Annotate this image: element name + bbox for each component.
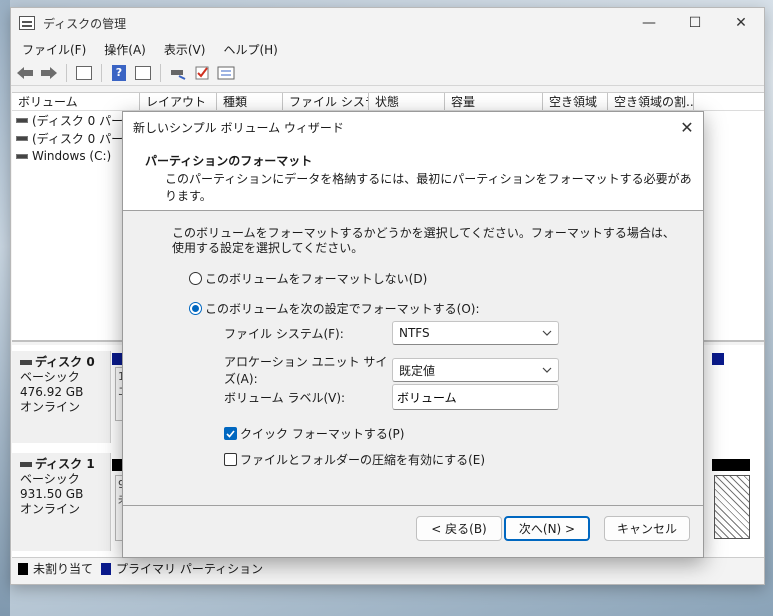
- wizard-footer: < 戻る(B) 次へ(N) > キャンセル: [123, 505, 703, 557]
- column-header-free-percent[interactable]: 空き領域の割...: [608, 93, 694, 110]
- disk-type: ベーシック: [20, 472, 80, 486]
- disk-status: オンライン: [20, 400, 81, 414]
- wizard-description: このボリュームをフォーマットするかどうかを選択してください。フォーマットする場合…: [172, 226, 675, 255]
- window-title: ディスクの管理: [43, 16, 127, 31]
- toolbar-separator: [101, 63, 102, 82]
- wizard-title-bar: 新しいシンプル ボリューム ウィザード ✕: [123, 112, 703, 142]
- disk-0-name-row: ディスク 0: [20, 355, 110, 370]
- console-tree-icon[interactable]: [133, 64, 153, 82]
- minimize-button[interactable]: —: [626, 8, 672, 38]
- legend-unallocated-label: 未割り当て: [33, 562, 94, 576]
- menu-view[interactable]: 表示(V): [155, 41, 215, 58]
- chevron-down-icon: [542, 365, 552, 376]
- wizard-header-subtitle: このパーティションにデータを格納するには、最初にパーティションをフォーマットする…: [165, 172, 692, 203]
- column-header-free-space[interactable]: 空き領域: [543, 93, 608, 110]
- disk-0-info[interactable]: ディスク 0 ベーシック 476.92 GB オンライン: [12, 351, 111, 443]
- disk-status: オンライン: [20, 502, 81, 516]
- partition-header-strip: [712, 459, 750, 471]
- toolbar-separator: [66, 63, 67, 82]
- radio-no-format[interactable]: このボリュームをフォーマットしない(D): [189, 270, 703, 287]
- toolbar: ?: [11, 60, 764, 86]
- connect-disk-icon[interactable]: [168, 64, 188, 82]
- arrow-left-icon[interactable]: [15, 64, 35, 82]
- volume-list-header: ボリューム レイアウト 種類 ファイル システム 状態 容量 空き領域 空き領域…: [12, 93, 764, 111]
- volume-label-row: ボリューム ラベル(V):: [224, 384, 559, 410]
- disk-1-info[interactable]: ディスク 1 ベーシック 931.50 GB オンライン: [12, 453, 111, 551]
- check-list-icon[interactable]: [192, 64, 212, 82]
- disk-icon: [20, 360, 32, 365]
- wizard-close-button[interactable]: ✕: [671, 118, 703, 137]
- disk-name: ディスク 0: [35, 355, 95, 369]
- allocation-unit-label: アロケーション ユニット サイズ(A):: [224, 355, 388, 386]
- file-system-select[interactable]: NTFS: [392, 321, 559, 345]
- wizard-title: 新しいシンプル ボリューム ウィザード: [133, 120, 344, 135]
- list-view-icon[interactable]: [216, 64, 236, 82]
- file-system-row: ファイル システム(F): NTFS: [224, 321, 559, 345]
- menu-help[interactable]: ヘルプ(H): [214, 41, 286, 58]
- volume-icon: [16, 135, 28, 141]
- disk-icon: [20, 462, 32, 467]
- wizard-body: このボリュームをフォーマットするかどうかを選択してください。フォーマットする場合…: [123, 211, 703, 507]
- unallocated-area[interactable]: [714, 475, 750, 539]
- compression-checkbox[interactable]: [224, 453, 237, 466]
- allocation-unit-select[interactable]: 既定値: [392, 358, 559, 382]
- quick-format-checkbox[interactable]: [224, 427, 237, 440]
- back-button[interactable]: < 戻る(B): [416, 516, 502, 541]
- close-button[interactable]: ✕: [718, 8, 764, 38]
- partition-header-strip: [712, 353, 724, 365]
- maximize-button[interactable]: ☐: [672, 8, 718, 38]
- legend-primary-label: プライマリ パーティション: [116, 562, 264, 576]
- column-header-status[interactable]: 状態: [369, 93, 445, 110]
- disk-size: 931.50 GB: [20, 487, 84, 501]
- column-header-layout[interactable]: レイアウト: [140, 93, 217, 110]
- disk-size: 476.92 GB: [20, 385, 84, 399]
- wizard-header-title: パーティションのフォーマット: [145, 154, 313, 168]
- volume-icon: [16, 117, 28, 123]
- file-system-value: NTFS: [399, 326, 430, 340]
- title-bar: ディスクの管理 — ☐ ✕: [11, 8, 764, 38]
- column-header-type[interactable]: 種類: [217, 93, 283, 110]
- legend-bar: 未割り当て プライマリ パーティション: [12, 557, 764, 579]
- disk-management-app-icon: [19, 16, 35, 30]
- wizard-header: パーティションのフォーマット このパーティションにデータを格納するには、最初にパ…: [123, 142, 703, 211]
- compression-option[interactable]: ファイルとフォルダーの圧縮を有効にする(E): [224, 451, 485, 468]
- arrow-right-icon[interactable]: [39, 64, 59, 82]
- legend-swatch-unallocated: [18, 562, 28, 575]
- cancel-button[interactable]: キャンセル: [604, 516, 690, 541]
- legend-swatch-primary: [101, 562, 112, 575]
- compression-label: ファイルとフォルダーの圧縮を有効にする(E): [240, 453, 486, 467]
- file-system-label: ファイル システム(F):: [224, 326, 344, 341]
- radio-button[interactable]: [189, 272, 202, 285]
- radio-format[interactable]: このボリュームを次の設定でフォーマットする(O):: [189, 300, 703, 317]
- volume-label-input[interactable]: [392, 384, 559, 410]
- menu-bar: ファイル(F) 操作(A) 表示(V) ヘルプ(H): [11, 38, 764, 60]
- allocation-unit-row: アロケーション ユニット サイズ(A): 既定値: [224, 353, 559, 387]
- toolbar-separator: [160, 63, 161, 82]
- column-header-filesystem[interactable]: ファイル システム: [283, 93, 369, 110]
- menu-file[interactable]: ファイル(F): [13, 41, 95, 58]
- new-simple-volume-wizard: 新しいシンプル ボリューム ウィザード ✕ パーティションのフォーマット このパ…: [122, 111, 704, 558]
- chevron-down-icon: [542, 328, 552, 339]
- radio-button-selected[interactable]: [189, 302, 202, 315]
- radio-no-format-label: このボリュームをフォーマットしない(D): [205, 272, 428, 286]
- volume-label-label: ボリューム ラベル(V):: [224, 390, 346, 405]
- radio-format-label: このボリュームを次の設定でフォーマットする(O):: [205, 302, 480, 316]
- desktop-background: [0, 0, 10, 616]
- disk-name: ディスク 1: [35, 457, 95, 471]
- disk-1-name-row: ディスク 1: [20, 457, 110, 472]
- column-header-volume[interactable]: ボリューム: [12, 93, 140, 110]
- allocation-unit-value: 既定値: [399, 363, 436, 378]
- next-button[interactable]: 次へ(N) >: [504, 516, 590, 541]
- volume-name: Windows (C:): [32, 149, 112, 163]
- volume-icon: [16, 153, 28, 159]
- menu-action[interactable]: 操作(A): [95, 41, 155, 58]
- quick-format-option[interactable]: クイック フォーマットする(P): [224, 425, 404, 442]
- help-icon[interactable]: ?: [109, 64, 129, 82]
- properties-icon[interactable]: [74, 64, 94, 82]
- quick-format-label: クイック フォーマットする(P): [240, 427, 405, 441]
- column-header-capacity[interactable]: 容量: [445, 93, 543, 110]
- disk-type: ベーシック: [20, 370, 80, 384]
